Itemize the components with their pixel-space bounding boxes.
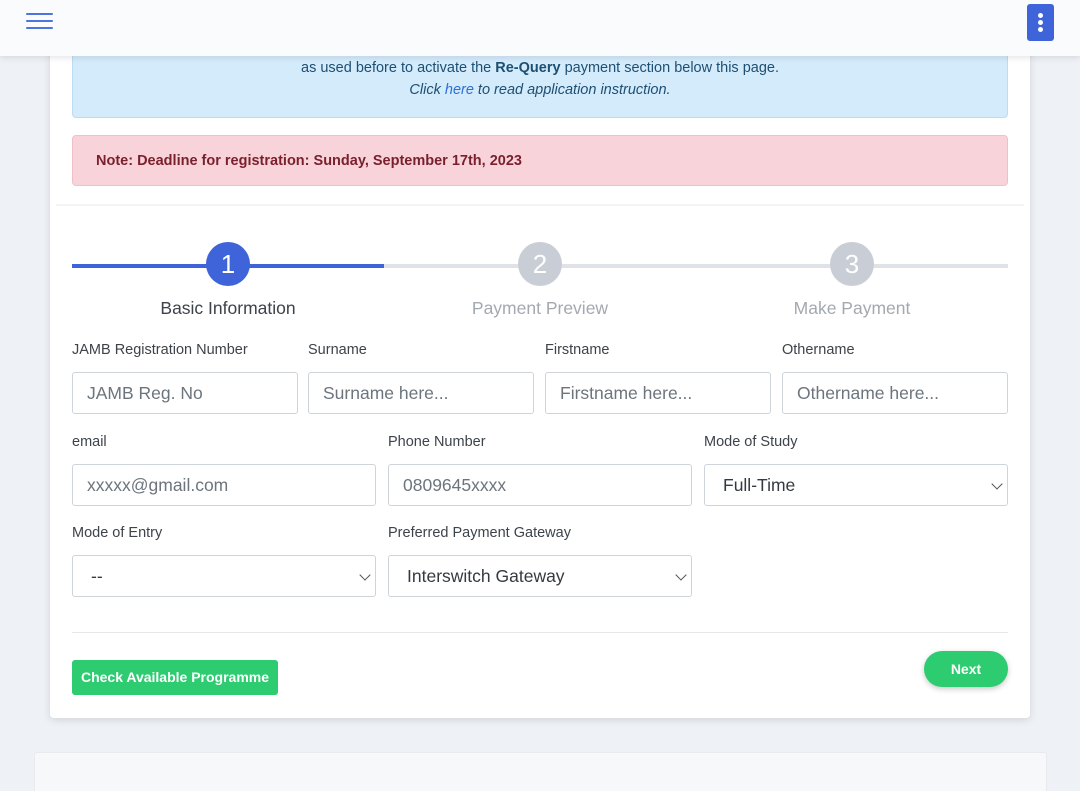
step-2-circle[interactable]: 2 (518, 242, 562, 286)
next-button[interactable]: Next (924, 651, 1008, 687)
gateway-value: Interswitch Gateway (407, 566, 565, 586)
footer-divider (72, 632, 1008, 633)
deadline-alert: Note: Deadline for registration: Sunday,… (72, 135, 1008, 186)
section-divider (56, 204, 1024, 206)
instruction-text-end: to read application instruction. (473, 82, 671, 98)
mode-of-study-label: Mode of Study (704, 434, 798, 450)
chevron-down-icon (359, 569, 371, 581)
step-3-circle[interactable]: 3 (830, 242, 874, 286)
registration-card: as used before to activate the Re-Query … (50, 40, 1030, 718)
othername-input[interactable] (782, 372, 1008, 414)
instruction-link[interactable]: here (445, 82, 474, 98)
chevron-down-icon (675, 569, 687, 581)
mode-of-entry-label: Mode of Entry (72, 525, 163, 541)
step-2-label: Payment Preview (471, 298, 609, 318)
top-navbar (0, 0, 1080, 56)
info-message: as used before to activate the Re-Query … (73, 60, 1007, 76)
lower-panel (34, 752, 1047, 791)
firstname-label: Firstname (545, 342, 610, 358)
step-3-label: Make Payment (793, 298, 911, 318)
mode-of-study-value: Full-Time (723, 475, 796, 495)
step-1-label: Basic Information (160, 298, 296, 318)
firstname-input[interactable] (545, 372, 771, 414)
progress-track-remaining (384, 264, 1008, 268)
jamb-reg-input[interactable] (72, 372, 298, 414)
instruction-message: Click here to read application instructi… (73, 82, 1007, 98)
surname-input[interactable] (308, 372, 534, 414)
jamb-label: JAMB Registration Number (72, 342, 248, 358)
hamburger-menu-icon[interactable] (26, 12, 54, 30)
check-programme-button[interactable]: Check Available Programme (72, 660, 278, 695)
payment-gateway-select[interactable]: Interswitch Gateway (388, 555, 692, 597)
mode-of-entry-value: -- (91, 566, 103, 586)
step-1-circle[interactable]: 1 (206, 242, 250, 286)
mode-of-entry-select[interactable]: -- (72, 555, 376, 597)
surname-label: Surname (308, 342, 367, 358)
info-text: as used before to activate the (301, 60, 496, 76)
vertical-dots-icon[interactable] (1027, 4, 1054, 41)
instruction-text: Click (409, 82, 445, 98)
othername-label: Othername (782, 342, 855, 358)
gateway-label: Preferred Payment Gateway (388, 525, 571, 541)
phone-input[interactable] (388, 464, 692, 506)
deadline-text: Note: Deadline for registration: Sunday,… (96, 153, 522, 169)
mode-of-study-select[interactable]: Full-Time (704, 464, 1008, 506)
info-text-end: payment section below this page. (560, 60, 779, 76)
chevron-down-icon (991, 478, 1003, 490)
requery-emphasis: Re-Query (495, 60, 561, 76)
email-input[interactable] (72, 464, 376, 506)
email-label: email (72, 434, 107, 450)
phone-label: Phone Number (388, 434, 486, 450)
